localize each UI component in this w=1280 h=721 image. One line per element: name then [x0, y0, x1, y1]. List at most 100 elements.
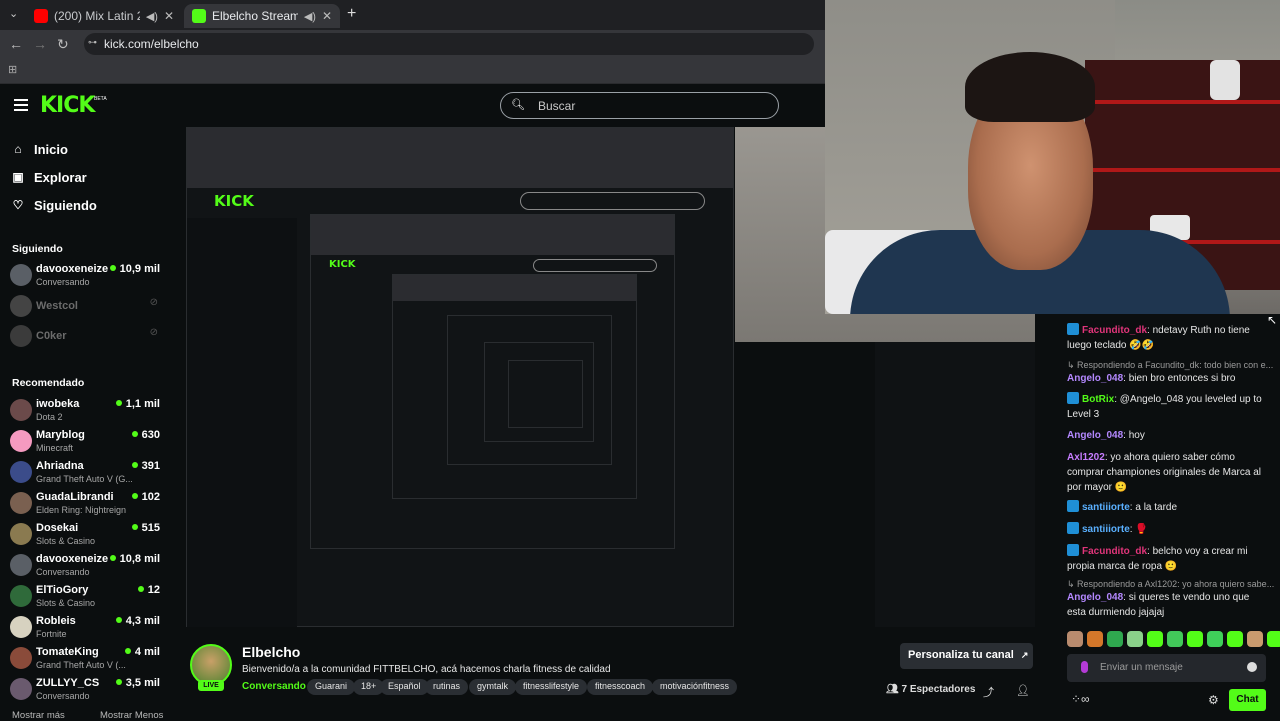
url-field[interactable]: ⊶ kick.com/elbelcho — [84, 33, 814, 55]
search-placeholder: Buscar — [538, 99, 576, 113]
kick-logo[interactable]: KICK — [40, 93, 95, 118]
stream-tag[interactable]: Guarani — [307, 679, 356, 695]
emote-icon[interactable] — [1227, 631, 1243, 647]
recommended-channel[interactable]: Robleis Fortnite 4,3 mil — [10, 614, 162, 642]
emote-icon[interactable] — [1207, 631, 1223, 647]
share-icon[interactable]: ⤴ — [983, 684, 994, 700]
viewer-count: 630 — [131, 429, 160, 441]
stream-tag[interactable]: motivaciónfitness — [652, 679, 738, 695]
points-infinity-icon[interactable]: ⁘∞ — [1071, 692, 1090, 706]
show-more-link[interactable]: Mostrar más — [12, 710, 65, 721]
chat-username[interactable]: Facundito_dk — [1082, 546, 1147, 557]
viewer-count: 10,8 mil — [109, 553, 160, 565]
stream-tag[interactable]: fitnesscoach — [587, 679, 654, 695]
following-channel[interactable]: Westcol ⊘ — [10, 293, 162, 321]
channel-category: Fortnite — [36, 629, 67, 639]
chat-message: Angelo_048: bien bro entonces si bro — [1067, 371, 1267, 386]
chat-username[interactable]: Facundito_dk — [1082, 325, 1147, 336]
recommended-title: Recomendado — [12, 377, 85, 389]
emote-icon[interactable] — [1187, 631, 1203, 647]
follow-user-icon[interactable]: 👤︎ — [1016, 684, 1030, 697]
speaker-icon[interactable]: ◀) — [146, 10, 158, 23]
live-dot-icon — [115, 679, 122, 685]
emote-icon[interactable] — [1167, 631, 1183, 647]
search-input[interactable]: 🔍︎ Buscar — [500, 92, 779, 119]
avatar — [10, 585, 32, 607]
following-channel[interactable]: davooxeneize Conversando 10,9 mil — [10, 262, 162, 290]
hamburger-menu-icon[interactable] — [14, 99, 28, 111]
chat-settings-gear-icon[interactable]: ⚙ — [1208, 693, 1219, 707]
viewers-people-icon: 👥︎ — [886, 684, 899, 695]
channel-name: Dosekai — [36, 522, 79, 534]
channel-name: GuadaLibrandi — [36, 491, 114, 503]
chat-input[interactable]: Enviar un mensaje — [1067, 654, 1266, 682]
back-arrow-icon[interactable]: ← — [9, 36, 23, 52]
chat-username[interactable]: BotRix — [1082, 394, 1114, 405]
stream-tag[interactable]: gymtalk — [469, 679, 517, 695]
stream-category[interactable]: Conversando — [242, 681, 306, 692]
apps-grid-icon[interactable]: ⊞ — [8, 63, 17, 76]
recommended-channel[interactable]: davooxeneize Conversando 10,8 mil — [10, 552, 162, 580]
microphone-icon[interactable] — [1081, 661, 1088, 673]
browser-tab-kick[interactable]: Elbelcho Stream - Watch Li ◀) ✕ — [184, 4, 340, 28]
chat-username[interactable]: Angelo_048 — [1067, 592, 1123, 603]
live-dot-icon — [109, 265, 116, 271]
emote-icon[interactable] — [1267, 631, 1280, 647]
emote-icon[interactable] — [1247, 631, 1263, 647]
recommended-channel[interactable]: GuadaLibrandi Elden Ring: Nightreign 102 — [10, 490, 162, 518]
captured-kick-logo: KICK — [214, 192, 254, 210]
chat-message: Axl1202: yo ahora quiero saber cómo comp… — [1067, 450, 1267, 495]
viewer-count: 4,3 mil — [115, 615, 160, 627]
emote-icon[interactable] — [1067, 631, 1083, 647]
channel-name: iwobeka — [36, 398, 80, 410]
recommended-channel[interactable]: iwobeka Dota 2 1,1 mil — [10, 397, 162, 425]
stream-tag[interactable]: fitnesslifestyle — [515, 679, 588, 695]
browser-tab-youtube[interactable]: (200) Mix Latin 2024 | Fer P ◀) ✕ — [26, 4, 182, 28]
streamer-name[interactable]: Elbelcho — [242, 644, 300, 660]
channel-name: Robleis — [36, 615, 76, 627]
address-bar-row: ← → ↻ ⊶ kick.com/elbelcho — [0, 30, 825, 58]
close-tab-icon[interactable]: ✕ — [322, 9, 332, 23]
chat-username[interactable]: santiiiorte — [1082, 502, 1130, 513]
emoji-picker-icon[interactable] — [1247, 662, 1257, 672]
emote-icon[interactable] — [1127, 631, 1143, 647]
recommended-channel[interactable]: TomateKing Grand Theft Auto V (... 4 mil — [10, 645, 162, 673]
tab-list-chevron-icon[interactable]: ⌄ — [9, 7, 18, 20]
following-channel[interactable]: C0ker ⊘ — [10, 323, 162, 351]
close-tab-icon[interactable]: ✕ — [164, 9, 174, 23]
recommended-channel[interactable]: ZULLYY_CS Conversando 3,5 mil — [10, 676, 162, 704]
emote-icon[interactable] — [1107, 631, 1123, 647]
recommended-channel[interactable]: ElTioGory Slots & Casino 12 — [10, 583, 162, 611]
nav-inicio[interactable]: ⌂ Inicio — [12, 139, 68, 159]
chat-username[interactable]: Angelo_048 — [1067, 430, 1123, 441]
chat-message: santiiiorte: a la tarde — [1067, 500, 1267, 515]
recommended-channel[interactable]: Ahriadna Grand Theft Auto V (G... 391 — [10, 459, 162, 487]
reload-icon[interactable]: ↻ — [57, 36, 69, 53]
viewer-count: 1,1 mil — [115, 398, 160, 410]
emote-icon[interactable] — [1087, 631, 1103, 647]
new-tab-button[interactable]: + — [347, 5, 356, 23]
chat-text: : hoy — [1123, 430, 1145, 441]
chat-reply-context[interactable]: ↳ Respondiendo a Axl1202: yo ahora quier… — [1067, 579, 1277, 590]
show-less-link[interactable]: Mostrar Menos — [100, 710, 163, 721]
recommended-channel[interactable]: Dosekai Slots & Casino 515 — [10, 521, 162, 549]
forward-arrow-icon[interactable]: → — [33, 36, 47, 52]
nav-explorar[interactable]: ▣ Explorar — [12, 167, 86, 187]
chat-username[interactable]: Axl1202 — [1067, 452, 1105, 463]
bot-badge-icon — [1067, 392, 1079, 404]
stream-tag[interactable]: Español — [380, 679, 429, 695]
chat-username[interactable]: Angelo_048 — [1067, 373, 1123, 384]
site-info-icon[interactable]: ⊶ — [88, 37, 97, 48]
chat-username[interactable]: santiiiorte — [1082, 524, 1130, 535]
customize-channel-button[interactable]: Personaliza tu canal ↗ — [900, 643, 1033, 669]
stream-title: Bienvenido/a a la comunidad FITTBELCHO, … — [242, 664, 611, 675]
chat-reply-context[interactable]: ↳ Respondiendo a Facundito_dk: todo bien… — [1067, 360, 1277, 371]
stream-tag[interactable]: rutinas — [425, 679, 469, 695]
chat-send-button[interactable]: Chat — [1229, 689, 1266, 711]
emote-icon[interactable] — [1147, 631, 1163, 647]
recommended-channel[interactable]: Maryblog Minecraft 630 — [10, 428, 162, 456]
nav-siguiendo[interactable]: ♡ Siguiendo — [12, 195, 97, 215]
speaker-icon[interactable]: ◀) — [304, 10, 316, 23]
live-dot-icon — [109, 555, 116, 561]
channel-name: Maryblog — [36, 429, 85, 441]
